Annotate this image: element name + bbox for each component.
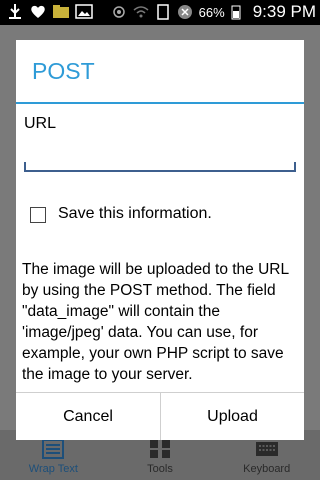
dialog-title: POST (32, 58, 95, 84)
sim-icon (155, 4, 171, 20)
title-divider (16, 102, 304, 104)
save-info-checkbox[interactable] (30, 207, 46, 223)
image-icon (75, 3, 93, 21)
system-icons: 66% 9:39 PM (111, 2, 316, 22)
wrap-text-icon (42, 439, 65, 459)
post-dialog: POST URL Save this information. The imag… (16, 40, 304, 440)
gps-icon (111, 4, 127, 20)
tab-label: Wrap Text (28, 463, 78, 475)
battery-icon (231, 4, 247, 20)
input-edge-left (24, 162, 26, 172)
upload-button[interactable]: Upload (161, 393, 304, 440)
input-edge-right (294, 162, 296, 172)
grid-icon (150, 440, 170, 458)
keyboard-icon (255, 442, 278, 456)
url-label: URL (24, 115, 57, 132)
cancel-button[interactable]: Cancel (16, 393, 160, 440)
tab-label: Keyboard (243, 463, 291, 475)
clock: 9:39 PM (252, 2, 316, 21)
status-bar: 66% 9:39 PM (0, 0, 320, 25)
description-text: The image will be uploaded to the URL by… (22, 261, 289, 383)
battery-percent: 66% (198, 4, 225, 20)
notification-icons (6, 3, 93, 21)
save-info-label[interactable]: Save this information. (58, 205, 212, 223)
folder-icon (52, 3, 70, 21)
tab-label: Tools (147, 463, 173, 475)
usb-icon (6, 3, 24, 21)
url-input[interactable] (24, 142, 296, 172)
wifi-icon (133, 4, 149, 20)
heart-icon (29, 3, 47, 21)
no-signal-icon (177, 4, 193, 20)
